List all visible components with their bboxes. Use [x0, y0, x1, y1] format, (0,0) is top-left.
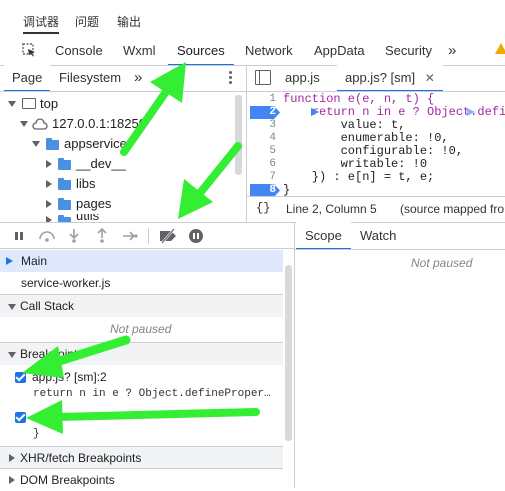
- annotation-arrow-breakpoint-2: [26, 400, 260, 434]
- annotation-arrow-deactivate: [178, 142, 242, 219]
- annotation-arrow-breakpoint-1: [22, 335, 131, 378]
- annotation-arrow-sources: [120, 62, 186, 156]
- annotation-overlay: [22, 62, 260, 434]
